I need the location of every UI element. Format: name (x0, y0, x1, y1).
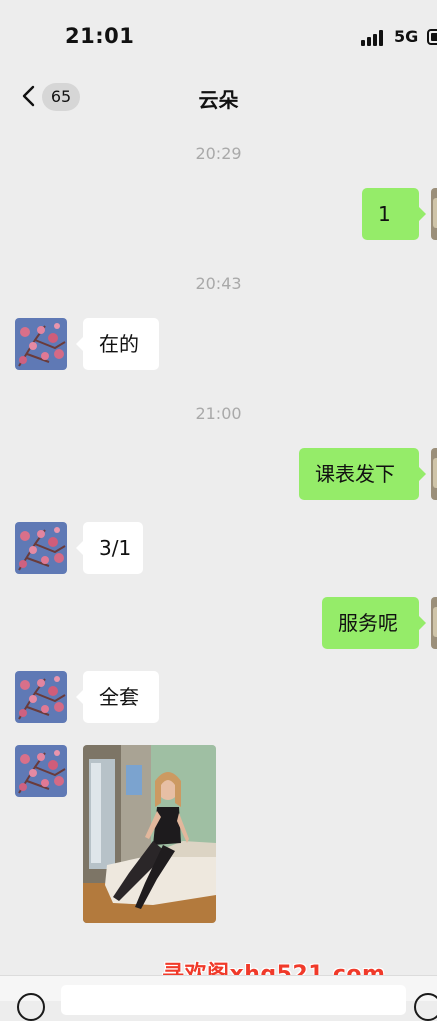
image-message[interactable] (83, 745, 216, 923)
input-bar (0, 975, 437, 1021)
signal-icon (361, 30, 387, 46)
voice-icon[interactable] (17, 993, 45, 1021)
message-timestamp: 20:29 (195, 144, 242, 163)
my-avatar[interactable] (431, 597, 437, 649)
network-label: 5G (394, 27, 419, 46)
status-bar: 21:01 5G (0, 0, 437, 74)
incoming-message[interactable]: 在的 (76, 318, 159, 370)
message-input[interactable] (61, 985, 406, 1015)
outgoing-message[interactable]: 课表发下 (299, 448, 426, 500)
contact-avatar[interactable] (15, 522, 67, 574)
my-avatar[interactable] (431, 188, 437, 240)
my-avatar[interactable] (431, 448, 437, 500)
message-timestamp: 21:00 (195, 404, 242, 423)
incoming-message[interactable]: 全套 (76, 671, 159, 723)
contact-avatar[interactable] (15, 318, 67, 370)
chat-title: 云朵 (198, 88, 239, 112)
outgoing-message[interactable]: 1 (362, 188, 426, 240)
chat-header: 65 云朵 (0, 74, 437, 120)
contact-avatar[interactable] (15, 671, 67, 723)
message-timestamp: 20:43 (195, 274, 242, 293)
outgoing-message[interactable]: 服务呢 (322, 597, 426, 649)
battery-icon (427, 29, 437, 45)
status-time: 21:01 (65, 24, 135, 48)
contact-avatar[interactable] (15, 745, 67, 797)
emoji-icon[interactable] (414, 993, 437, 1021)
incoming-message[interactable]: 3/1 (76, 522, 143, 574)
